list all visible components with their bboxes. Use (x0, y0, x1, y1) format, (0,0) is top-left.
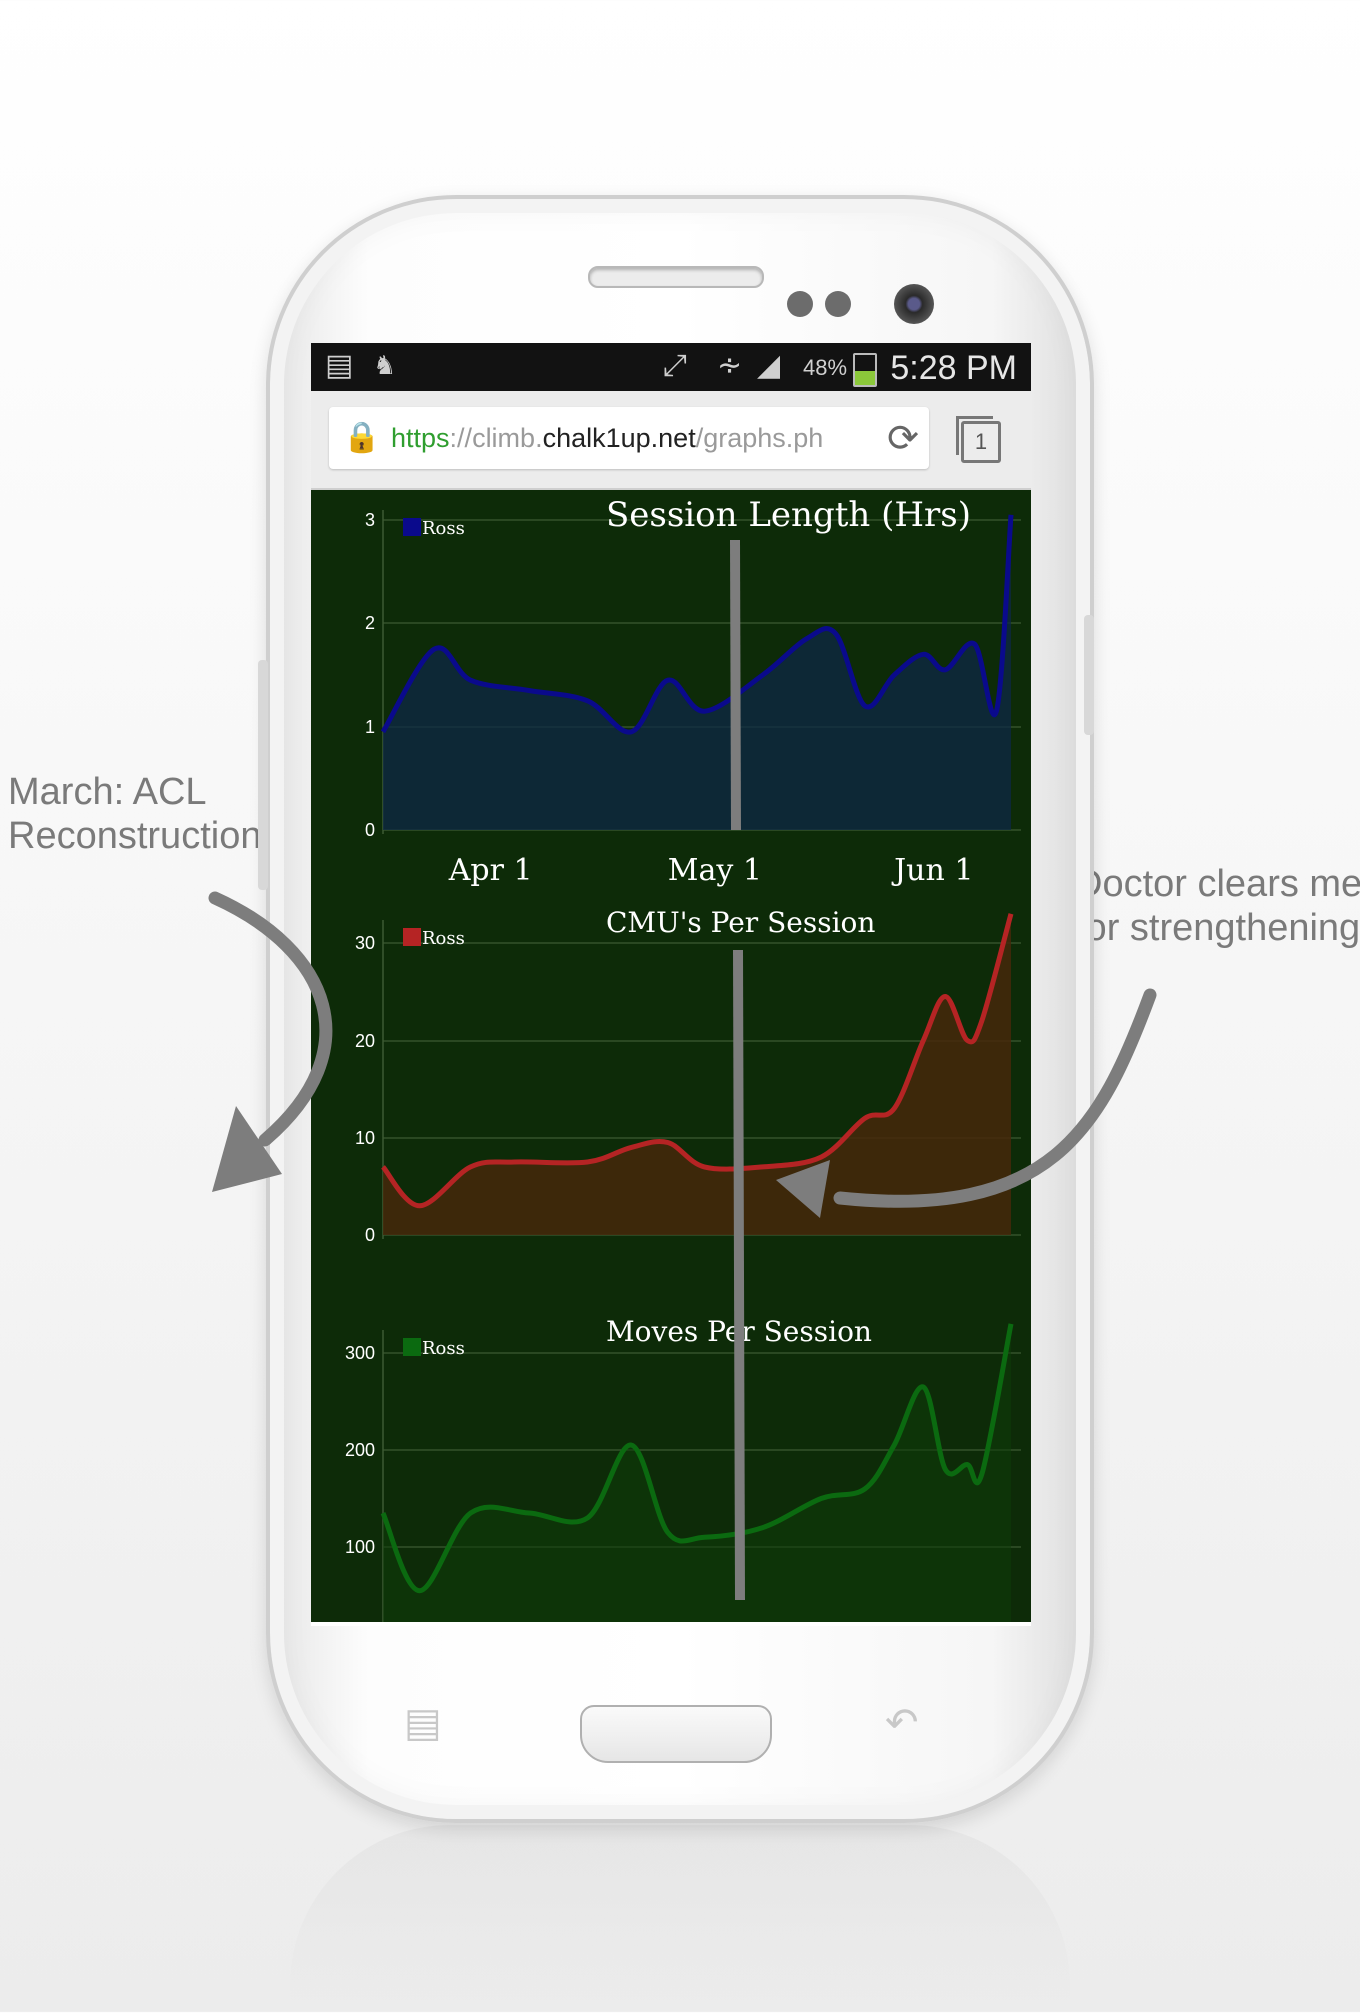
gallery-icon: ▤ (325, 348, 354, 383)
chart1-ytick-10: 10 (355, 1128, 375, 1148)
chart0-legend-label: Ross (422, 518, 465, 539)
chart1-title: CMU's Per Session (606, 906, 875, 939)
clock: 5:28 PM (890, 349, 1017, 387)
url-text[interactable]: https://climb.chalk1up.net/graphs.ph (391, 407, 823, 469)
chart0-ytick-1: 1 (365, 717, 375, 737)
phone-reflection (290, 1825, 1070, 2015)
phone-screen: ▤ ♞ ⤢ ∻ ◢ 48% 5:28 PM 🔒 https://climb.ch… (311, 343, 1031, 1626)
light-sensor (825, 291, 851, 317)
chart0-xtick-1: May 1 (668, 853, 762, 888)
chart1-ytick-20: 20 (355, 1031, 375, 1051)
menu-key-icon[interactable]: ▤ (404, 1700, 442, 1746)
annotation-doctor-line1: Doctor clears me (1075, 863, 1360, 905)
chart2-legend-swatch (403, 1338, 421, 1356)
wifi-icon: ∻ (717, 348, 743, 383)
chart2-ytick-200: 200 (345, 1440, 375, 1460)
signal-icon: ◢ (757, 348, 781, 383)
back-key-icon[interactable]: ↶ (885, 1700, 919, 1746)
chart1-area-fill (383, 913, 1011, 1235)
url-subdomain: climb. (472, 423, 543, 453)
url-scheme: https (391, 423, 450, 453)
annotation-acl: March: ACL Reconstruction (8, 770, 261, 858)
chart0-title: Session Length (Hrs) (606, 495, 971, 535)
url-path: /graphs.ph (695, 423, 824, 453)
tabs-icon[interactable]: 1 (956, 416, 1001, 463)
chart0-area-fill (383, 514, 1011, 830)
power-button (1084, 615, 1094, 735)
marker-line-top (730, 539, 741, 831)
earpiece-speaker (588, 266, 764, 288)
annotation-doctor: Doctor clears me for strengthening (1075, 862, 1360, 950)
chart0-xtick-0: Apr 1 (448, 853, 533, 888)
chart1-legend-label: Ross (422, 928, 465, 949)
annotation-acl-line2: Reconstruction (8, 815, 262, 857)
url-domain: chalk1up.net (542, 423, 696, 453)
reload-icon[interactable]: ⟳ (887, 407, 919, 469)
charts-area: 0 1 2 3 Ross Session Length (Hrs) Apr 1 May 1 Ju… (311, 490, 1031, 1626)
url-separator: :// (449, 423, 473, 453)
chart0-ytick-2: 2 (365, 613, 375, 633)
volume-button (258, 660, 268, 890)
battery-icon (853, 353, 877, 387)
battery-level (855, 370, 875, 385)
chart0-legend-swatch (403, 518, 421, 536)
chart1-legend-swatch (403, 928, 421, 946)
home-button[interactable] (580, 1705, 772, 1763)
chart1-ytick-0: 0 (365, 1225, 375, 1245)
chart0-ytick-0: 0 (365, 820, 375, 840)
annotation-doctor-line2: for strengthening (1075, 907, 1360, 949)
url-bar[interactable]: 🔒 https://climb.chalk1up.net/graphs.ph ⟳ (329, 407, 929, 469)
chart2-ytick-100: 100 (345, 1537, 375, 1557)
proximity-sensor (787, 291, 813, 317)
chart0-xtick-2: Jun 1 (891, 853, 973, 888)
battery-percent: 48% (803, 355, 848, 380)
chart2-ytick-300: 300 (345, 1343, 375, 1363)
lock-icon: 🔒 (343, 420, 381, 455)
chart1-ytick-30: 30 (355, 933, 375, 953)
marker-line-lower (733, 949, 745, 1601)
charts-canvas: 0 1 2 3 Ross Session Length (Hrs) Apr 1 May 1 Ju… (345, 495, 1021, 1626)
sync-icon: ⤢ (663, 348, 687, 383)
status-bar: ▤ ♞ ⤢ ∻ ◢ 48% 5:28 PM (311, 343, 1031, 391)
annotation-acl-line1: March: ACL (8, 771, 207, 813)
chart2-area-fill (383, 1323, 1011, 1626)
chart0-ytick-3: 3 (365, 510, 375, 530)
screen-bottom-edge (311, 1622, 1031, 1626)
tab-count: 1 (974, 429, 988, 454)
llama-icon: ♞ (373, 351, 397, 381)
browser-toolbar: 🔒 https://climb.chalk1up.net/graphs.ph ⟳… (311, 391, 1031, 490)
front-camera (894, 284, 934, 324)
chart2-legend-label: Ross (422, 1338, 465, 1359)
